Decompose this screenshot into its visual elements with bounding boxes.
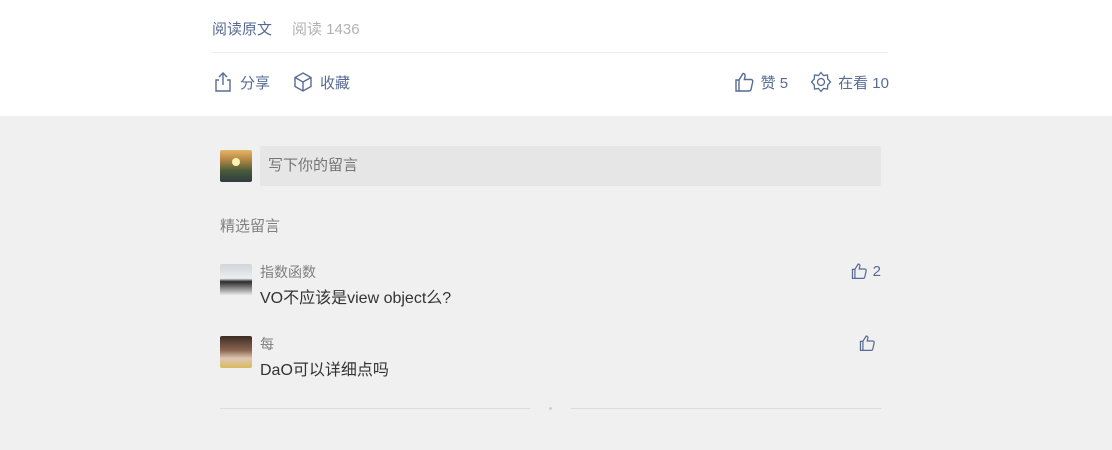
comment-item: 指数函数 VO不应该是view object么? 2 (220, 262, 881, 307)
divider (211, 52, 888, 53)
comment-like-count: 2 (872, 262, 881, 280)
end-divider-left (220, 408, 530, 409)
read-count: 阅读 1436 (292, 21, 360, 38)
commenter-name: 指数函数 (260, 264, 316, 280)
watching-icon (810, 71, 832, 93)
watching-label: 在看 10 (838, 74, 889, 92)
comment-text: DaO可以详细点吗 (260, 362, 389, 379)
comment-item: 每 DaO可以详细点吗 (220, 334, 881, 379)
like-button[interactable]: 赞 5 (733, 71, 789, 93)
comment-text: VO不应该是view object么? (260, 290, 452, 307)
write-comment-row (220, 146, 881, 186)
featured-comments-title: 精选留言 (220, 218, 281, 235)
share-label: 分享 (240, 74, 271, 92)
comment-input[interactable] (260, 146, 881, 186)
commenter-avatar[interactable] (220, 336, 252, 368)
meta-row: 阅读原文 阅读 1436 (212, 18, 360, 39)
favorite-button[interactable]: 收藏 (292, 71, 350, 93)
share-icon (215, 72, 231, 92)
comment-like-button[interactable]: 2 (850, 262, 881, 280)
article-footer: 阅读原文 阅读 1436 分享 收藏 赞 5 在看 10 (0, 0, 1112, 116)
comment-like-button[interactable] (858, 334, 881, 352)
read-original-link[interactable]: 阅读原文 (212, 18, 272, 39)
comment-like-icon (859, 335, 875, 351)
toolbar-right: 赞 5 在看 10 (733, 71, 889, 93)
watching-button[interactable]: 在看 10 (810, 71, 889, 93)
commenter-name: 每 (260, 336, 274, 352)
share-button[interactable]: 分享 (212, 71, 270, 93)
favorite-icon (294, 72, 312, 92)
like-label: 赞 5 (760, 74, 789, 92)
commenter-avatar[interactable] (220, 264, 252, 296)
end-divider-right (571, 408, 881, 409)
end-divider-dot (549, 407, 552, 410)
comments-section: 精选留言 指数函数 VO不应该是view object么? 2 每 DaO可以详… (0, 116, 1112, 450)
toolbar-left: 分享 收藏 (212, 71, 350, 93)
my-avatar (220, 150, 252, 182)
like-icon (734, 72, 754, 92)
favorite-label: 收藏 (320, 74, 351, 92)
comment-like-icon (851, 263, 867, 279)
end-divider (220, 407, 881, 410)
toolbar: 分享 收藏 赞 5 在看 10 (212, 70, 889, 94)
